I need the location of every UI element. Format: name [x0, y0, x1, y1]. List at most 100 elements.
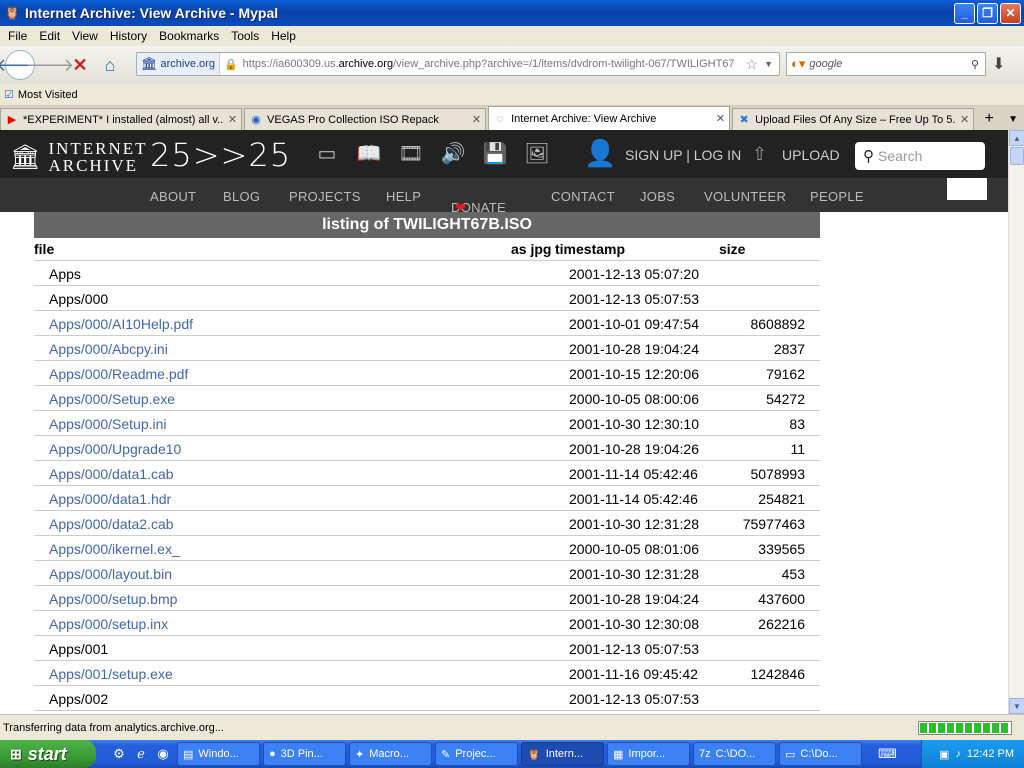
- nav-people[interactable]: PEOPLE: [810, 189, 864, 204]
- file-link[interactable]: Apps/000/setup.bmp: [49, 591, 177, 607]
- user-icon[interactable]: 👤: [584, 138, 616, 169]
- taskbar-button[interactable]: ▭ C:\Do...: [779, 742, 862, 766]
- file-link[interactable]: Apps/000/ikernel.ex_: [49, 541, 180, 557]
- anniversary-logo[interactable]: 25>>25: [150, 136, 291, 174]
- keyboard-icon[interactable]: ⌨: [878, 746, 897, 762]
- tray-volume-icon[interactable]: ♪: [955, 748, 961, 760]
- taskbar-button[interactable]: 🦉 Intern...: [521, 742, 604, 766]
- tab-upload-files[interactable]: ✖ Upload Files Of Any Size – Free Up To …: [732, 108, 975, 130]
- images-icon[interactable]: 🖼: [524, 142, 550, 166]
- minimize-button[interactable]: _: [954, 2, 975, 24]
- file-link[interactable]: Apps/001/setup.exe: [49, 666, 173, 682]
- taskbar-button[interactable]: ✦ Macro...: [349, 742, 432, 766]
- tab-experiment[interactable]: ▶ *EXPERIMENT* I installed (almost) all …: [0, 108, 243, 130]
- menu-edit[interactable]: Edit: [33, 29, 66, 43]
- menu-history[interactable]: History: [104, 29, 153, 43]
- quicklaunch-media-icon[interactable]: ◉: [152, 743, 174, 765]
- file-link[interactable]: Apps/000/Readme.pdf: [49, 366, 188, 382]
- search-icon[interactable]: ⚲: [971, 58, 979, 71]
- forward-button[interactable]: 🡒: [26, 50, 74, 80]
- most-visited-bookmark[interactable]: Most Visited: [18, 89, 78, 101]
- scroll-up-arrow[interactable]: ▲: [1009, 130, 1024, 146]
- table-row: Apps/001 2001-12-13 05:07:53: [34, 636, 820, 661]
- size-cell: 5078993: [750, 466, 805, 482]
- menu-help[interactable]: Help: [265, 29, 302, 43]
- audio-icon[interactable]: 🔊: [440, 142, 466, 166]
- timestamp-cell: 2000-10-05 08:01:06: [569, 541, 699, 557]
- menu-file[interactable]: File: [2, 29, 33, 43]
- vertical-scrollbar[interactable]: ▲ ▼: [1008, 130, 1024, 714]
- new-tab-button[interactable]: +: [978, 108, 1000, 130]
- file-link[interactable]: Apps/000/data1.hdr: [49, 491, 171, 507]
- software-icon[interactable]: 💾: [482, 142, 508, 166]
- taskbar-button[interactable]: ✎ Projec...: [435, 742, 518, 766]
- taskbar-button[interactable]: ● 3D Pin...: [263, 742, 346, 766]
- nav-jobs[interactable]: JOBS: [640, 189, 675, 204]
- file-link[interactable]: Apps/000/Upgrade10: [49, 441, 181, 457]
- nav-about[interactable]: ABOUT: [150, 189, 196, 204]
- menu-tools[interactable]: Tools: [225, 29, 265, 43]
- stop-button[interactable]: ✕: [65, 50, 95, 80]
- download-icon[interactable]: ⬇: [992, 54, 1005, 74]
- nav-blog[interactable]: BLOG: [223, 189, 260, 204]
- start-button[interactable]: ⊞ start: [0, 740, 96, 768]
- ia-top-header: 🏛 INTERNET ARCHIVE 25>>25 ▭ 📖 🎞 🔊 💾 🖼 👤 S…: [0, 130, 1008, 178]
- search-engine-icon[interactable]: ◐▾: [791, 56, 805, 72]
- scroll-down-arrow[interactable]: ▼: [1009, 698, 1024, 714]
- search-bar[interactable]: ◐▾ google ⚲: [786, 52, 986, 76]
- url-dropdown-icon[interactable]: ▼: [764, 59, 773, 69]
- menu-view[interactable]: View: [66, 29, 104, 43]
- video-icon[interactable]: 🎞: [398, 142, 424, 166]
- size-cell: 339565: [758, 541, 805, 557]
- url-text[interactable]: https://ia600309.us.archive.org/view_arc…: [243, 58, 742, 70]
- signup-login-link[interactable]: SIGN UP | LOG IN: [625, 147, 741, 163]
- nav-contact[interactable]: CONTACT: [551, 189, 615, 204]
- file-link[interactable]: Apps/000/data2.cab: [49, 516, 174, 532]
- file-link[interactable]: Apps/000/Setup.ini: [49, 416, 167, 432]
- site-identity[interactable]: 🏛 archive.org: [137, 53, 220, 75]
- tab-internet-archive[interactable]: ◌ Internet Archive: View Archive ✕: [488, 106, 731, 130]
- taskbar-button[interactable]: ▤ Windo...: [177, 742, 260, 766]
- bookmarks-toolbar: ☑ Most Visited: [0, 84, 1024, 106]
- file-link[interactable]: Apps/000/data1.cab: [49, 466, 174, 482]
- timestamp-cell: 2001-10-28 19:04:26: [569, 441, 699, 457]
- tab-close-icon[interactable]: ✕: [472, 113, 481, 126]
- tray-network-icon[interactable]: ▣: [939, 748, 949, 761]
- url-bar[interactable]: 🏛 archive.org 🔒 https://ia600309.us.archi…: [136, 52, 780, 76]
- upload-icon[interactable]: ⇧: [752, 144, 767, 165]
- size-cell: 75977463: [742, 516, 805, 532]
- ia-logo[interactable]: 🏛 INTERNET ARCHIVE: [10, 140, 148, 174]
- web-icon[interactable]: ▭: [314, 142, 340, 166]
- menu-bookmarks[interactable]: Bookmarks: [153, 29, 225, 43]
- nav-help[interactable]: HELP: [386, 189, 421, 204]
- size-cell: 453: [781, 566, 805, 582]
- tab-close-icon[interactable]: ✕: [228, 113, 237, 126]
- texts-icon[interactable]: 📖: [356, 142, 382, 166]
- file-link[interactable]: Apps/000/setup.inx: [49, 616, 168, 632]
- bookmark-star-icon[interactable]: ☆: [746, 56, 759, 73]
- quicklaunch-ie-icon[interactable]: ℯ: [130, 743, 152, 765]
- size-cell: 83: [789, 416, 805, 432]
- home-button[interactable]: ⌂: [95, 50, 125, 80]
- quicklaunch-settings-icon[interactable]: ⚙: [108, 743, 130, 765]
- file-link[interactable]: Apps/000/AI10Help.pdf: [49, 316, 193, 332]
- close-button[interactable]: ✕: [1000, 2, 1021, 24]
- tab-vegas[interactable]: ◉ VEGAS Pro Collection ISO Repack ✕: [244, 108, 487, 130]
- table-row: Apps/000/ikernel.ex_ 2000-10-05 08:01:06 3…: [34, 536, 820, 561]
- nav-volunteer[interactable]: VOLUNTEER: [704, 189, 786, 204]
- taskbar-button[interactable]: ▦ Impor...: [607, 742, 690, 766]
- taskbar-button[interactable]: 7z C:\DO...: [693, 742, 776, 766]
- ia-search-input[interactable]: ⚲ Search: [855, 142, 985, 170]
- restore-button[interactable]: ❐: [977, 2, 998, 24]
- file-link[interactable]: Apps/000/layout.bin: [49, 566, 172, 582]
- upload-link[interactable]: UPLOAD: [782, 147, 840, 163]
- tab-close-icon[interactable]: ✕: [960, 113, 969, 126]
- search-icon: ⚲: [863, 148, 874, 165]
- tab-list-dropdown[interactable]: ▼: [1002, 108, 1024, 130]
- browser-icon: 🦉: [527, 748, 541, 761]
- scroll-thumb[interactable]: [1010, 147, 1024, 165]
- nav-projects[interactable]: PROJECTS: [289, 189, 361, 204]
- tab-close-icon[interactable]: ✕: [716, 112, 725, 125]
- file-link[interactable]: Apps/000/Abcpy.ini: [49, 341, 168, 357]
- file-link[interactable]: Apps/000/Setup.exe: [49, 391, 175, 407]
